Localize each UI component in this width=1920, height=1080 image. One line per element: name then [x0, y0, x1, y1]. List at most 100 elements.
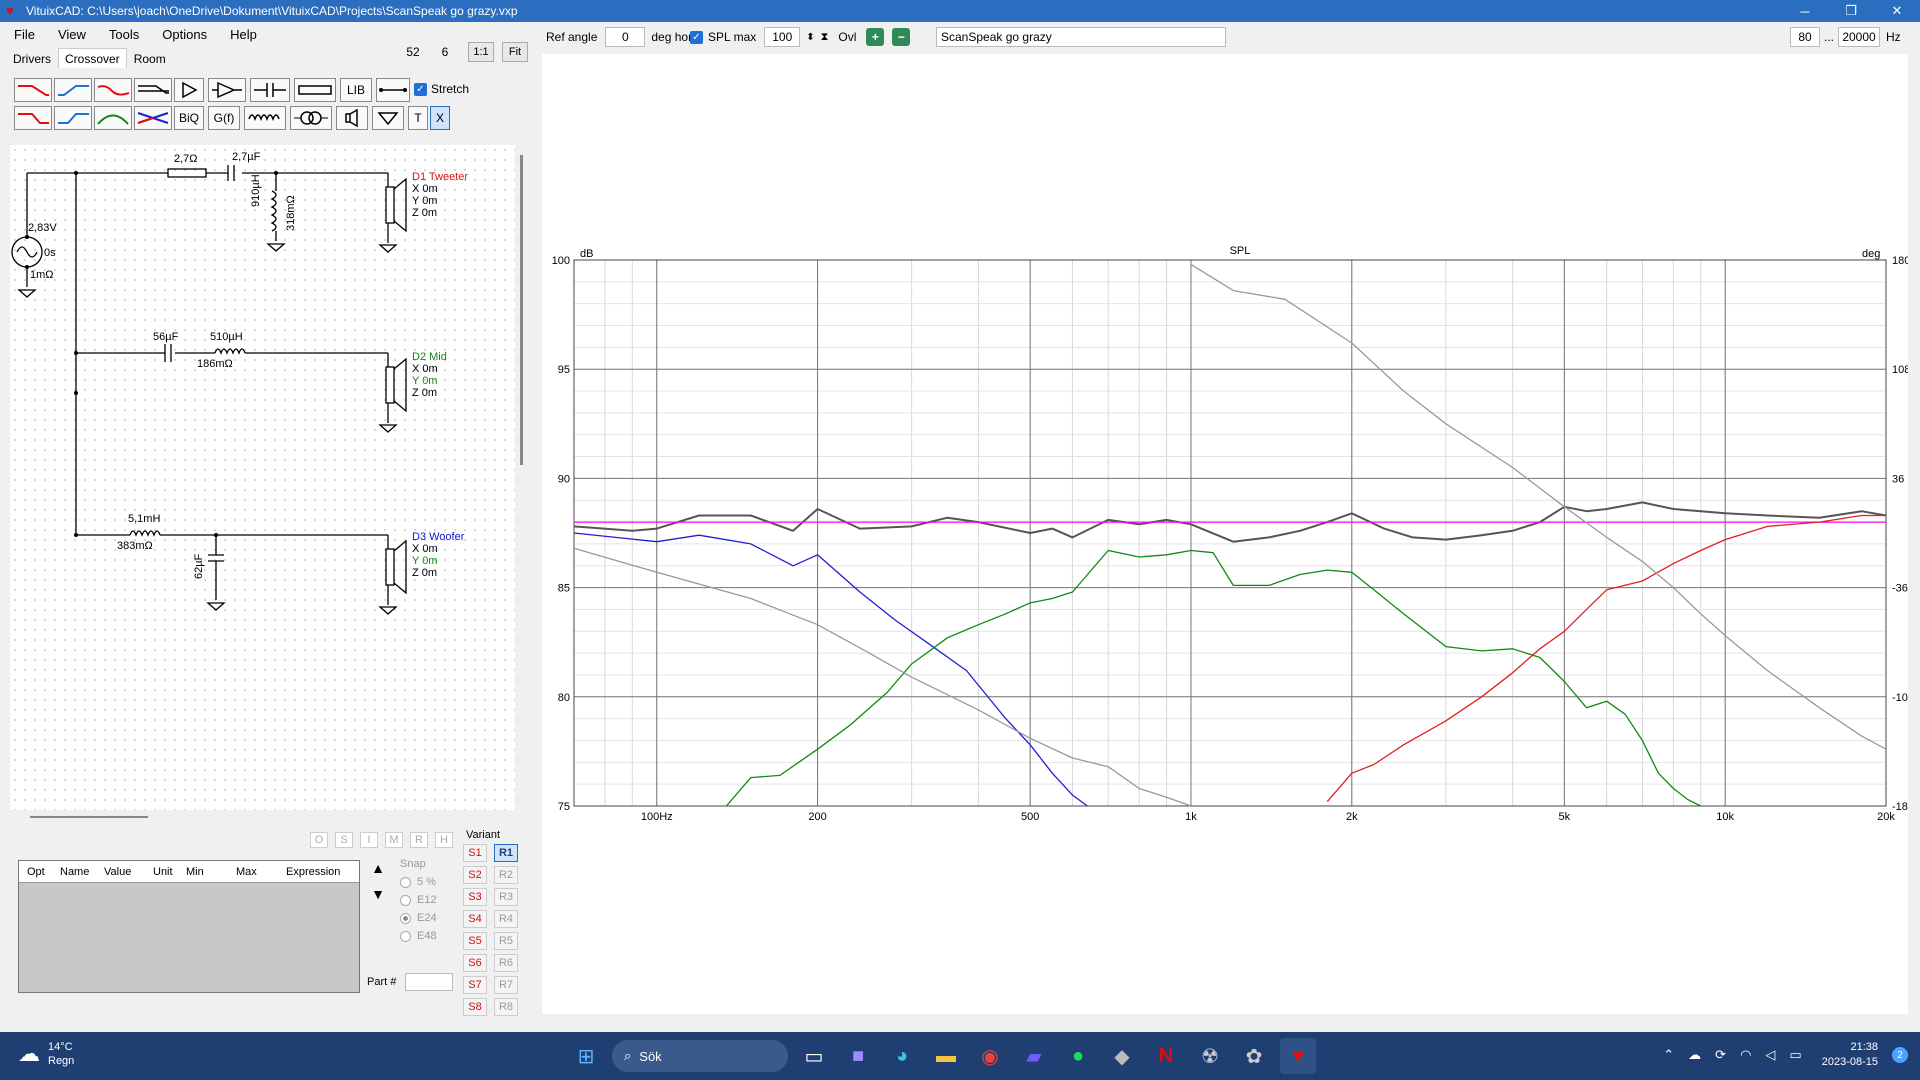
opt-m-button[interactable]: M [385, 832, 403, 848]
zoom-value-2[interactable]: 6 [432, 42, 458, 62]
ref-angle-input[interactable]: 0 [605, 27, 646, 47]
bandpass-button[interactable] [94, 106, 132, 130]
variant-r8-button[interactable]: R8 [494, 998, 518, 1016]
menu-file[interactable]: File [0, 27, 44, 42]
variant-r5-button[interactable]: R5 [494, 932, 518, 950]
app-purple-icon[interactable]: ▰ [1016, 1038, 1052, 1074]
fit-vertical-icon[interactable]: ⧗ [821, 31, 829, 44]
spin-icon[interactable]: ⬍ [806, 32, 814, 43]
l2r-label[interactable]: 186mΩ [197, 358, 233, 370]
variant-r1-button[interactable]: R1 [494, 844, 518, 862]
network-off-icon[interactable]: ☁ [1688, 1047, 1701, 1063]
variant-s1-button[interactable]: S1 [463, 844, 487, 862]
l1r-label[interactable]: 318mΩ [285, 195, 297, 231]
c1-label[interactable]: 2,7µF [232, 151, 260, 163]
variant-s4-button[interactable]: S4 [463, 910, 487, 928]
clock[interactable]: 21:38 2023-08-15 [1822, 1040, 1878, 1070]
wire-button[interactable] [376, 78, 410, 102]
opt-o-button[interactable]: O [310, 832, 328, 848]
opt-i-button[interactable]: I [360, 832, 378, 848]
opt-h-button[interactable]: H [435, 832, 453, 848]
variant-r4-button[interactable]: R4 [494, 910, 518, 928]
wifi-icon[interactable]: ◠ [1740, 1047, 1751, 1063]
opt-s-button[interactable]: S [335, 832, 353, 848]
variant-s2-button[interactable]: S2 [463, 866, 487, 884]
spl-max-checkbox[interactable]: ✓ [690, 30, 703, 44]
driver-tweeter[interactable]: D1 Tweeter X 0m Y 0m Z 0m [412, 171, 468, 219]
variant-s8-button[interactable]: S8 [463, 998, 487, 1016]
driver-woofer[interactable]: D3 Woofer X 0m Y 0m Z 0m [412, 531, 464, 579]
shelf-button[interactable] [134, 78, 172, 102]
spl-plot-panel[interactable]: 100Hz2005001k2k5k10k20k7580859095100-180… [542, 54, 1914, 1014]
stretch-checkbox[interactable]: ✓ Stretch [414, 82, 469, 96]
snap-option-5pct[interactable]: 5 % [400, 876, 460, 888]
highpass2-button[interactable] [54, 106, 92, 130]
lowpass-red-button[interactable] [14, 78, 52, 102]
app-cube-icon[interactable]: ◆ [1104, 1038, 1140, 1074]
c2-label[interactable]: 56µF [153, 331, 178, 343]
move-up-button[interactable]: ▲ [368, 858, 388, 878]
netflix-icon[interactable]: N [1148, 1038, 1184, 1074]
transfer-function-button[interactable]: G(f) [208, 106, 240, 130]
maximize-button[interactable]: ❐ [1828, 0, 1874, 22]
resistor-button[interactable] [294, 78, 336, 102]
app-dragon-icon[interactable]: ✿ [1236, 1038, 1272, 1074]
opt-r-button[interactable]: R [410, 832, 428, 848]
c3-label[interactable]: 62µF [193, 554, 205, 579]
search-box[interactable]: ⌕ Sök [612, 1040, 788, 1072]
project-name-input[interactable]: ScanSpeak go grazy [936, 27, 1226, 47]
file-explorer-icon[interactable]: ▬ [928, 1038, 964, 1074]
start-icon[interactable]: ⊞ [568, 1038, 604, 1074]
snap-option-e12[interactable]: E12 [400, 894, 460, 906]
highpass-blue-button[interactable] [54, 78, 92, 102]
variant-r7-button[interactable]: R7 [494, 976, 518, 994]
notification-badge[interactable]: 2 [1892, 1047, 1908, 1063]
biquad-button[interactable]: BiQ [174, 106, 204, 130]
notch-red-button[interactable] [94, 78, 132, 102]
snap-option-e24[interactable]: E24 [400, 912, 460, 924]
vituixcad-taskbar-icon[interactable]: ♥ [1280, 1038, 1316, 1074]
text-button[interactable]: T [408, 106, 428, 130]
tab-drivers[interactable]: Drivers [6, 48, 58, 68]
chevron-up-icon[interactable]: ⌃ [1663, 1047, 1674, 1063]
variant-s7-button[interactable]: S7 [463, 976, 487, 994]
variant-r6-button[interactable]: R6 [494, 954, 518, 972]
tab-room[interactable]: Room [127, 48, 173, 68]
variant-s5-button[interactable]: S5 [463, 932, 487, 950]
freq-max-input[interactable]: 20000 [1838, 27, 1881, 47]
r1-label[interactable]: 2,7Ω [174, 153, 198, 165]
close-button[interactable]: ✕ [1874, 0, 1920, 22]
driver-button[interactable] [336, 106, 368, 130]
spl-chart[interactable]: 100Hz2005001k2k5k10k20k7580859095100-180… [542, 54, 1914, 1014]
transformer-button[interactable] [290, 106, 332, 130]
app-radiation-icon[interactable]: ☢ [1192, 1038, 1228, 1074]
minimize-button[interactable]: ─ [1782, 0, 1828, 22]
zoom-1to1-button[interactable]: 1:1 [468, 42, 494, 62]
spl-max-input[interactable]: 100 [764, 27, 801, 47]
l1-label[interactable]: 910µH [250, 174, 262, 207]
menu-options[interactable]: Options [148, 27, 216, 42]
l2-label[interactable]: 510µH [210, 331, 243, 343]
l3r-label[interactable]: 383mΩ [117, 540, 153, 552]
tab-crossover[interactable]: Crossover [58, 48, 127, 68]
schematic-canvas[interactable]: 2,83V 0s 1mΩ 2,7Ω 2,7µF 910µH 318mΩ 56µF… [10, 145, 515, 810]
capacitor-button[interactable] [250, 78, 290, 102]
volume-icon[interactable]: ◁ [1765, 1047, 1775, 1063]
teams-icon[interactable]: ■ [840, 1038, 876, 1074]
sync-icon[interactable]: ⟳ [1715, 1047, 1726, 1063]
library-button[interactable]: LIB [340, 78, 372, 102]
variant-r3-button[interactable]: R3 [494, 888, 518, 906]
task-view-icon[interactable]: ▭ [796, 1038, 832, 1074]
zoom-value-1[interactable]: 52 [398, 42, 428, 62]
minus-icon[interactable]: − [892, 28, 911, 46]
chrome-icon[interactable]: ◉ [972, 1038, 1008, 1074]
schematic-horizontal-scrollbar[interactable] [30, 816, 148, 818]
driver-mid[interactable]: D2 Mid X 0m Y 0m Z 0m [412, 351, 447, 399]
inductor-button[interactable] [244, 106, 286, 130]
optimizer-table[interactable]: Opt Name Value Unit Min Max Expression [18, 860, 360, 993]
weather-widget[interactable]: ☁ 14°C Regn [18, 1040, 74, 1068]
schematic-vertical-scrollbar[interactable] [520, 155, 523, 465]
move-down-button[interactable]: ▼ [368, 884, 388, 904]
l3-label[interactable]: 5,1mH [128, 513, 160, 525]
part-number-input[interactable] [405, 973, 453, 991]
